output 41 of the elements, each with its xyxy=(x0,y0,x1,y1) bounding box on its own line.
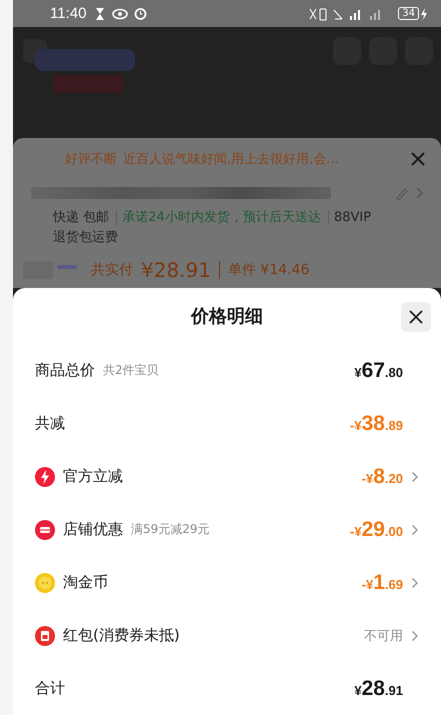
edit-icon[interactable] xyxy=(395,186,425,200)
row-label: 共减 xyxy=(35,414,65,433)
eye-icon xyxy=(112,8,128,20)
row-label: 官方立减 xyxy=(63,467,123,486)
row-note: 满59元减29元 xyxy=(131,521,210,538)
chevron-icon[interactable] xyxy=(411,576,419,588)
sheet-title: 价格明细 xyxy=(191,305,263,328)
coin-icon xyxy=(35,572,55,592)
status-time: 11:40 xyxy=(50,5,86,22)
row-label: 商品总价 xyxy=(35,361,95,380)
alarm-icon xyxy=(134,7,148,20)
pay-price: ¥28.91 xyxy=(141,258,211,282)
envelope-icon xyxy=(35,626,55,646)
close-icon xyxy=(409,310,423,324)
price-value: ¥28.91 xyxy=(354,676,403,700)
row-status: 不可用 xyxy=(364,628,403,644)
row-note: 共2件宝贝 xyxy=(103,362,159,379)
row-label: 红包(消费券未抵) xyxy=(63,626,180,645)
price-value: -¥29.00 xyxy=(350,518,403,542)
hourglass-icon xyxy=(94,6,106,20)
close-button[interactable] xyxy=(401,302,431,332)
chevron-icon[interactable] xyxy=(411,524,419,536)
close-icon[interactable] xyxy=(411,152,425,166)
chevron-icon[interactable] xyxy=(411,470,419,482)
chevron-icon[interactable] xyxy=(411,630,419,642)
price-value: -¥8.20 xyxy=(362,464,403,488)
row-label: 合计 xyxy=(35,679,65,698)
charging-icon xyxy=(419,6,429,20)
price-value: ¥67.80 xyxy=(354,358,403,382)
row-label: 店铺优惠 xyxy=(63,520,123,539)
review-tag: 好评不断 xyxy=(65,150,117,168)
price-value: -¥1.69 xyxy=(362,570,403,594)
unit-price: 单件 ¥14.46 xyxy=(218,261,310,279)
row-label: 淘金币 xyxy=(63,573,108,592)
shipping-info: 快递 包邮 承诺24小时内发货，预计后天送达 88VIP退货包运费 xyxy=(52,209,372,247)
price-value: -¥38.89 xyxy=(350,412,403,436)
lightning-icon xyxy=(35,466,55,486)
battery-level: 34 xyxy=(398,7,419,20)
pay-label: 共实付 xyxy=(91,261,133,279)
shop-icon xyxy=(35,520,55,540)
review-text: 近百人说气味好闻,用上去很好用,会... xyxy=(123,151,339,168)
